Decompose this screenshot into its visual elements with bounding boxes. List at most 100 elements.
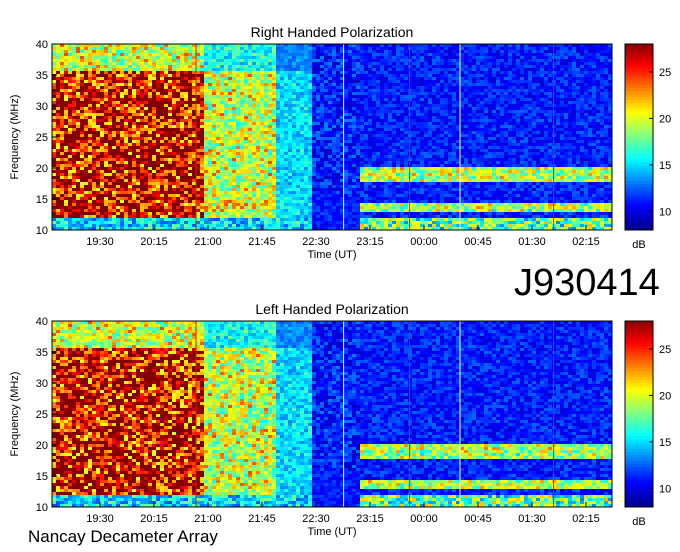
heat-cell (196, 65, 200, 68)
heat-cell (368, 149, 372, 152)
heat-cell (288, 59, 292, 62)
heat-cell (72, 224, 76, 227)
heat-cell (228, 50, 232, 53)
heat-cell (76, 194, 80, 197)
heat-cell (192, 137, 196, 140)
heat-cell (80, 152, 84, 155)
heat-cell (256, 128, 260, 131)
heat-cell (188, 152, 192, 155)
heat-cell (300, 215, 304, 218)
heat-cell (124, 113, 128, 116)
heat-cell (148, 173, 152, 176)
heat-cell (344, 98, 348, 101)
heat-cell (360, 161, 364, 164)
heat-cell (336, 185, 340, 188)
heat-cell (140, 89, 144, 92)
heat-cell (76, 62, 80, 65)
heat-cell (336, 92, 340, 95)
heat-cell (348, 65, 352, 68)
heat-cell (332, 50, 336, 53)
heat-cell (352, 161, 356, 164)
heat-cell (60, 101, 64, 104)
heat-cell (268, 62, 272, 65)
heat-cell (196, 224, 200, 227)
heat-cell (120, 128, 124, 131)
heat-cell (260, 83, 264, 86)
heat-cell (360, 167, 364, 170)
heat-cell (108, 95, 112, 98)
heat-cell (200, 101, 204, 104)
heat-cell (292, 167, 296, 170)
heat-cell (248, 116, 252, 119)
heat-cell (216, 50, 220, 53)
heat-cell (272, 53, 276, 56)
heat-cell (268, 131, 272, 134)
heat-cell (80, 107, 84, 110)
heat-cell (128, 98, 132, 101)
heat-cell (300, 149, 304, 152)
heat-cell (284, 59, 288, 62)
heat-cell (372, 68, 376, 71)
heat-cell (200, 164, 204, 167)
heat-cell (204, 80, 208, 83)
heat-cell (284, 194, 288, 197)
heat-cell (364, 209, 368, 212)
heat-cell (88, 206, 92, 209)
heat-cell (80, 89, 84, 92)
heat-cell (60, 119, 64, 122)
heat-cell (132, 215, 136, 218)
heat-cell (364, 122, 368, 125)
heat-cell (72, 119, 76, 122)
heat-cell (80, 146, 84, 149)
heat-cell (304, 149, 308, 152)
heat-cell (316, 149, 320, 152)
heat-cell (160, 209, 164, 212)
heat-cell (224, 62, 228, 65)
heat-cell (56, 47, 60, 50)
heat-cell (68, 95, 72, 98)
heat-cell (232, 119, 236, 122)
heat-cell (296, 86, 300, 89)
heat-cell (156, 152, 160, 155)
heat-cell (164, 188, 168, 191)
heat-cell (324, 158, 328, 161)
heat-cell (160, 164, 164, 167)
heat-cell (304, 146, 308, 149)
heat-cell (60, 53, 64, 56)
heat-cell (356, 155, 360, 158)
heat-cell (356, 200, 360, 203)
heat-cell (360, 197, 364, 200)
heat-cell (316, 62, 320, 65)
heat-cell (256, 137, 260, 140)
heat-cell (328, 47, 332, 50)
heat-cell (52, 215, 56, 218)
heat-cell (264, 203, 268, 206)
heat-cell (68, 173, 72, 176)
heat-cell (304, 59, 308, 62)
heat-cell (188, 110, 192, 113)
heat-cell (252, 53, 256, 56)
heat-cell (220, 140, 224, 143)
heat-cell (316, 140, 320, 143)
heat-cell (276, 197, 280, 200)
heat-cell (284, 65, 288, 68)
heat-cell (216, 104, 220, 107)
heat-cell (240, 221, 244, 224)
heat-cell (280, 83, 284, 86)
heat-cell (296, 191, 300, 194)
heat-cell (292, 140, 296, 143)
heat-cell (296, 221, 300, 224)
heat-cell (244, 68, 248, 71)
heat-cell (96, 65, 100, 68)
heat-cell (88, 104, 92, 107)
heat-cell (204, 167, 208, 170)
heat-cell (192, 86, 196, 89)
heat-cell (324, 119, 328, 122)
heat-cell (116, 209, 120, 212)
heat-cell (348, 191, 352, 194)
heat-cell (196, 83, 200, 86)
heat-cell (220, 224, 224, 227)
heat-cell (68, 188, 72, 191)
heat-cell (212, 116, 216, 119)
heat-cell (328, 182, 332, 185)
